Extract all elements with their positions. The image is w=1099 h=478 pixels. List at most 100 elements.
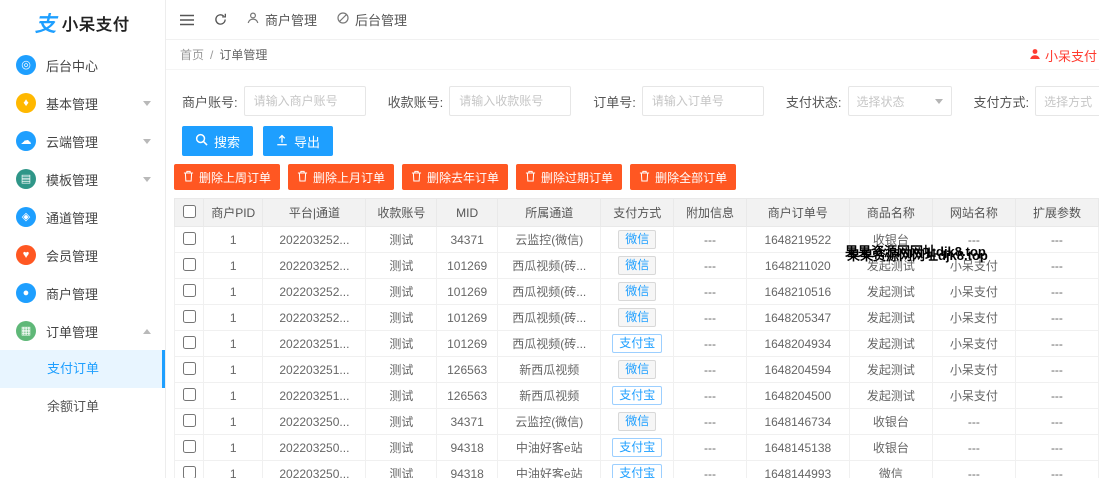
row-checkbox[interactable] <box>182 387 196 401</box>
cell-5: 支付宝 <box>600 434 675 461</box>
cell-6: --- <box>673 460 747 478</box>
breadcrumb-current: 订单管理 <box>219 48 268 62</box>
cell-7: 1648145138 <box>745 434 850 461</box>
filter-select-4[interactable]: 选择方式 <box>1035 86 1099 116</box>
row-checkbox[interactable] <box>182 465 196 478</box>
cell-2: 测试 <box>365 278 438 305</box>
export-icon <box>276 134 288 149</box>
delete-button-label: 删除上月订单 <box>313 170 386 185</box>
filter-label: 订单号: <box>593 94 636 110</box>
tab-merchant-management[interactable]: 商户管理 <box>247 10 317 29</box>
cell-4: 云监控(微信) <box>497 408 602 435</box>
cell-1: 202203250... <box>262 408 367 435</box>
sidebar-item-cloud[interactable]: ☁ 云端管理 <box>0 122 165 160</box>
cell-1: 202203252... <box>262 278 367 305</box>
cell-1: 202203251... <box>262 356 367 383</box>
filter-select-3[interactable]: 选择状态 <box>847 86 952 116</box>
menu-collapse-icon[interactable] <box>180 14 194 26</box>
column-header-8: 商品名称 <box>848 198 933 227</box>
cell-7: 1648204934 <box>745 330 850 357</box>
refresh-icon[interactable] <box>214 13 227 26</box>
cell-0: 1 <box>203 226 264 253</box>
sidebar-item-label: 通道管理 <box>46 210 99 226</box>
export-button[interactable]: 导出 <box>263 126 334 156</box>
row-checkbox[interactable] <box>182 413 196 427</box>
cell-8: 收银台 <box>848 408 933 435</box>
sidebar-item-members[interactable]: ♥ 会员管理 <box>0 236 165 274</box>
cell-6: --- <box>673 278 747 305</box>
cell-0: 1 <box>203 252 264 279</box>
row-checkbox[interactable] <box>182 257 196 271</box>
tab-admin-management[interactable]: 后台管理 <box>337 10 407 29</box>
cell-2: 测试 <box>365 304 438 331</box>
cell-0: 1 <box>203 278 264 305</box>
sidebar-item-label: 会员管理 <box>46 248 99 264</box>
template-icon: ▤ <box>16 169 36 189</box>
sidebar-item-dashboard[interactable]: ◎ 后台中心 <box>0 46 165 84</box>
row-checkbox[interactable] <box>182 439 196 453</box>
table-header-row: 商户PID 平台|通道 收款账号 MID 所属通道 支付方式 附加信息 商户订单号 商品名称 网站… <box>173 198 1099 227</box>
cell-8: 发起测试 <box>848 382 933 409</box>
filter-input-1[interactable] <box>449 86 572 116</box>
table-row: 1 202203252... 测试 101269 西瓜视频(砖... 微信 --- 16482… <box>173 278 1099 305</box>
sidebar: 支 小呆支付 ◎ 后台中心 ♦ 基本管理 ☁ 云端管理 ▤ 模板管理 ◈ 通道管理 ♥ 会员管理 ● 商户… <box>0 0 166 478</box>
cell-9: --- <box>931 434 1016 461</box>
cell-3: 101269 <box>436 252 499 279</box>
row-checkbox[interactable] <box>182 361 196 375</box>
user-menu[interactable]: 小呆支付 <box>1029 40 1099 70</box>
delete-orders-button-4[interactable]: 删除全部订单 <box>630 164 737 190</box>
sidebar-item-label: 模板管理 <box>46 172 99 188</box>
row-checkbox[interactable] <box>182 283 196 297</box>
delete-button-label: 删除去年订单 <box>427 170 500 185</box>
filter-input-0[interactable] <box>243 86 366 116</box>
delete-orders-button-0[interactable]: 删除上周订单 <box>174 164 281 190</box>
column-header-7: 商户订单号 <box>745 198 850 227</box>
cell-5: 微信 <box>600 304 675 331</box>
breadcrumb-home[interactable]: 首页 <box>180 46 204 63</box>
column-header-10: 扩展参数 <box>1014 198 1099 227</box>
sidebar-item-merchant[interactable]: ● 商户管理 <box>0 274 165 312</box>
cell-4: 中油好客e站 <box>497 434 602 461</box>
cell-9: 小呆支付 <box>931 304 1016 331</box>
sidebar-item-channel[interactable]: ◈ 通道管理 <box>0 198 165 236</box>
cell-1: 202203251... <box>262 330 367 357</box>
cell-6: --- <box>673 408 747 435</box>
chevron-down-icon <box>143 176 151 182</box>
cell-9: --- <box>931 226 1016 253</box>
chevron-up-icon <box>143 328 151 334</box>
row-checkbox[interactable] <box>182 335 196 349</box>
sidebar-subitem-0[interactable]: 支付订单 <box>0 350 165 388</box>
cell-10: --- <box>1014 330 1099 357</box>
cell-2: 测试 <box>365 382 438 409</box>
cell-4: 西瓜视频(砖... <box>497 330 602 357</box>
sidebar-item-template[interactable]: ▤ 模板管理 <box>0 160 165 198</box>
user-icon <box>247 12 259 27</box>
filter-label: 支付状态: <box>785 94 842 110</box>
cell-0: 1 <box>203 434 264 461</box>
chevron-down-icon <box>934 98 943 104</box>
select-all-checkbox[interactable] <box>182 204 196 218</box>
column-header-0: 商户PID <box>203 198 264 227</box>
row-checkbox-cell <box>173 356 205 383</box>
cell-0: 1 <box>203 408 264 435</box>
delete-orders-button-2[interactable]: 删除去年订单 <box>402 164 509 190</box>
sidebar-item-settings[interactable]: ♦ 基本管理 <box>0 84 165 122</box>
trash-icon <box>639 170 650 185</box>
cell-9: 小呆支付 <box>931 330 1016 357</box>
search-button[interactable]: 搜索 <box>182 126 254 156</box>
pay-method-badge: 支付宝 <box>612 438 663 457</box>
sidebar-subitem-1[interactable]: 余额订单 <box>0 388 165 426</box>
tab-label: 后台管理 <box>355 13 408 28</box>
delete-orders-button-3[interactable]: 删除过期订单 <box>516 164 623 190</box>
column-header-4: 所属通道 <box>497 198 602 227</box>
filter-input-2[interactable] <box>641 86 764 116</box>
row-checkbox[interactable] <box>182 231 196 245</box>
sidebar-item-orders[interactable]: ▦ 订单管理 <box>0 312 165 350</box>
export-button-label: 导出 <box>294 134 321 150</box>
cell-7: 1648205347 <box>745 304 850 331</box>
chevron-down-icon <box>143 100 151 106</box>
pay-method-badge: 微信 <box>618 360 657 379</box>
row-checkbox[interactable] <box>182 309 196 323</box>
delete-orders-button-1[interactable]: 删除上月订单 <box>288 164 395 190</box>
table-row: 1 202203252... 测试 34371 云监控(微信) 微信 --- 16482195… <box>173 226 1099 253</box>
